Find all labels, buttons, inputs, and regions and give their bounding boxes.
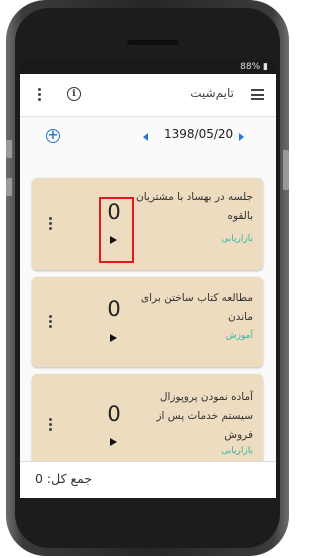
- date-navigator: + 1398/05/20: [20, 117, 276, 157]
- hamburger-icon[interactable]: [251, 89, 264, 100]
- task-tag: آموزش: [225, 331, 253, 341]
- chevron-left-icon[interactable]: [143, 133, 148, 141]
- app-screen: 88% ▮ i تایم‌شیت + 1398/05/20 جلسه در به…: [20, 60, 276, 498]
- more-vert-icon[interactable]: [49, 418, 52, 433]
- phone-side-button: [6, 140, 12, 158]
- task-count: 0: [107, 297, 121, 321]
- add-circle-icon[interactable]: +: [46, 129, 60, 143]
- phone-power-button: [283, 150, 289, 190]
- more-vert-icon[interactable]: [49, 217, 52, 232]
- current-date: 1398/05/20: [164, 127, 234, 141]
- task-title: آماده نمودن پروپوزال سیستم خدمات پس از ف…: [156, 391, 253, 441]
- task-card[interactable]: مطالعه کتاب ساختن برای ماندن آموزش 0: [32, 277, 263, 367]
- play-icon[interactable]: [110, 334, 117, 342]
- info-icon[interactable]: i: [67, 87, 81, 101]
- more-vert-icon[interactable]: [49, 315, 52, 330]
- highlight-box: [99, 197, 134, 263]
- task-card[interactable]: جلسه در بهساد با مشتریان بالقوه بازاریاب…: [32, 178, 263, 270]
- phone-speaker: [127, 40, 179, 45]
- task-title: جلسه در بهساد با مشتریان بالقوه: [136, 191, 253, 222]
- play-icon[interactable]: [110, 438, 117, 446]
- task-card[interactable]: آماده نمودن پروپوزال سیستم خدمات پس از ف…: [32, 374, 263, 464]
- task-count: 0: [107, 402, 121, 426]
- status-bar: 88% ▮: [20, 60, 276, 74]
- footer-bar: جمع کل: 0: [20, 461, 276, 498]
- task-tag: بازاریابی: [221, 446, 253, 456]
- phone-side-button: [6, 178, 12, 196]
- total-label: جمع کل: 0: [35, 471, 93, 486]
- task-tag: بازاریابی: [221, 234, 253, 244]
- app-bar: i تایم‌شیت: [20, 74, 276, 117]
- more-vert-icon[interactable]: [38, 88, 42, 103]
- chevron-right-icon[interactable]: [239, 133, 244, 141]
- page-title: تایم‌شیت: [190, 86, 234, 100]
- task-title: مطالعه کتاب ساختن برای ماندن: [140, 292, 253, 323]
